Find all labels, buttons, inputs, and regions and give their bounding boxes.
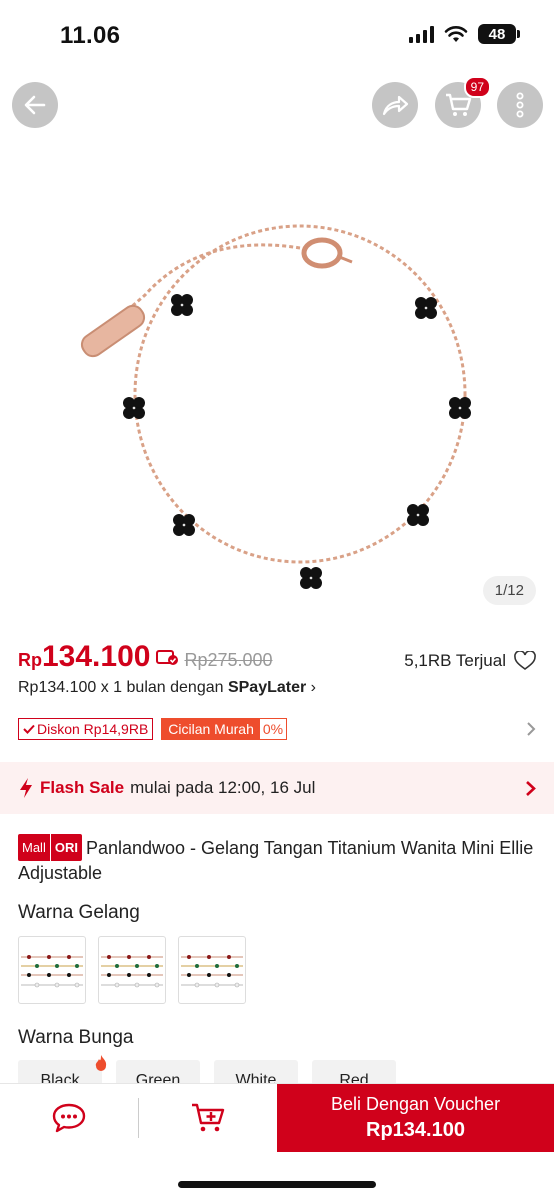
bracelet-image [80, 224, 471, 589]
price-current: 134.100 [42, 640, 151, 673]
discount-tag-label: Diskon Rp14,9RB [37, 721, 149, 737]
ori-badge-label: ORI [49, 834, 82, 861]
check-icon [23, 724, 35, 734]
installment-rate: 0% [262, 721, 284, 737]
promo-row[interactable]: Diskon Rp14,9RB Cicilan Murah 0% [18, 717, 536, 741]
share-button[interactable] [372, 82, 418, 128]
heart-icon[interactable] [514, 651, 536, 671]
buy-with-voucher-button[interactable]: Beli Dengan Voucher Rp134.100 [277, 1084, 554, 1152]
battery-indicator: 48 [478, 24, 520, 44]
bracelet-color-label: Warna Gelang [18, 902, 140, 923]
signal-icon [409, 25, 434, 43]
buy-button-price: Rp134.100 [366, 1119, 465, 1141]
chat-icon [52, 1103, 86, 1133]
bracelet-swatch[interactable] [18, 936, 86, 1004]
mall-ori-badge: Mall ORI [18, 834, 82, 861]
paylater-brand: SPayLater [227, 679, 307, 696]
back-button[interactable] [12, 82, 58, 128]
buy-button-label: Beli Dengan Voucher [330, 1094, 501, 1114]
more-button[interactable] [497, 82, 543, 128]
more-vertical-icon [516, 92, 524, 118]
price-row: Rp 134.100 Rp275.000 5,1RB Terjual [18, 640, 536, 680]
swatch-image [101, 955, 163, 988]
paylater-text: Rp134.100 x 1 bulan dengan [18, 679, 228, 696]
lightning-icon [20, 778, 32, 798]
flash-sale-time: mulai pada 12:00, 16 Jul [130, 778, 316, 797]
price-original: Rp275.000 [184, 650, 273, 670]
swatch-image [181, 955, 243, 988]
chevron-right-icon [527, 722, 536, 736]
flame-icon [95, 1055, 107, 1071]
flash-sale-banner[interactable]: Flash Sale mulai pada 12:00, 16 Jul [0, 762, 554, 814]
product-title: Mall ORI Panlandwoo - Gelang Tangan Titan… [18, 834, 536, 886]
bracelet-color-swatches [18, 936, 246, 1004]
bracelet-swatch[interactable] [178, 936, 246, 1004]
bottom-action-bar: Beli Dengan Voucher Rp134.100 [0, 1083, 554, 1200]
product-image[interactable]: 97 1/12 [0, 70, 554, 620]
share-icon [382, 95, 409, 116]
paylater-info[interactable]: Rp134.100 x 1 bulan dengan SPayLater › [18, 679, 316, 697]
home-indicator [178, 1181, 376, 1188]
price-currency: Rp [18, 650, 42, 670]
sold-text: 5,1RB Terjual [404, 651, 506, 670]
flower-color-label: Warna Bunga [18, 1027, 134, 1048]
flash-sale-label: Flash Sale [40, 778, 125, 797]
bracelet-swatch[interactable] [98, 936, 166, 1004]
add-to-cart-button[interactable] [139, 1084, 277, 1152]
swatch-image [21, 955, 83, 988]
cart-badge: 97 [463, 76, 491, 98]
status-bar: 11.06 48 [0, 0, 554, 70]
status-time: 11.06 [60, 22, 121, 49]
discount-tag-icon [156, 650, 179, 665]
sold-count: 5,1RB Terjual [404, 651, 536, 671]
installment-label: Cicilan Murah [162, 719, 260, 739]
chevron-right-icon [526, 780, 536, 796]
chat-button[interactable] [0, 1084, 138, 1152]
installment-tag: Cicilan Murah 0% [161, 718, 288, 740]
add-to-cart-icon [192, 1103, 225, 1132]
chevron-right-icon: › [310, 679, 316, 696]
status-icons: 48 [409, 24, 520, 44]
mall-badge-label: Mall [18, 834, 50, 861]
wifi-icon [444, 26, 468, 42]
cart-button[interactable]: 97 [435, 76, 491, 128]
discount-tag: Diskon Rp14,9RB [18, 718, 154, 740]
product-title-text: Panlandwoo - Gelang Tangan Titanium Wani… [18, 838, 534, 883]
arrow-left-icon [24, 95, 46, 115]
image-page-indicator: 1/12 [482, 576, 536, 605]
